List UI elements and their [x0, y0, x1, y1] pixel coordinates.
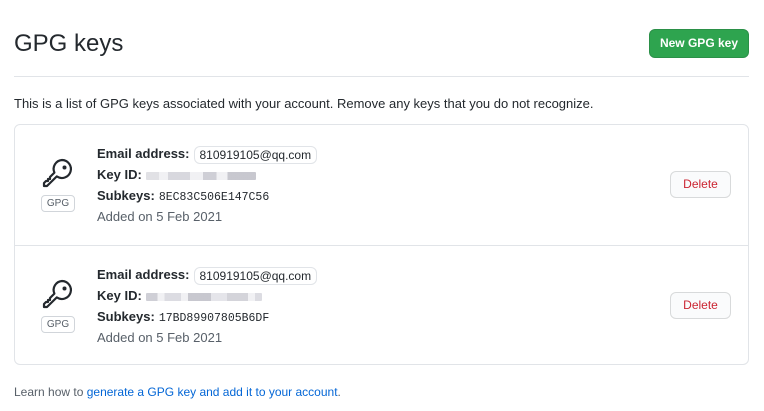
key-icon-group: GPG — [41, 278, 75, 338]
gpg-key-item: GPG Email address: 810919105@qq.com Key I… — [15, 125, 748, 245]
delete-button[interactable]: Delete — [670, 292, 731, 319]
subkeys-value: 17BD89907805B6DF — [158, 312, 270, 325]
key-icon — [42, 158, 73, 188]
gpg-badge: GPG — [41, 195, 75, 212]
footer-prefix: Learn how to — [14, 385, 87, 399]
key-info: Email address: 810919105@qq.com Key ID: S… — [97, 264, 517, 348]
key-info: Email address: 810919105@qq.com Key ID: S… — [97, 143, 517, 227]
email-line: Email address: 810919105@qq.com — [97, 143, 517, 164]
email-label: Email address: — [97, 146, 190, 161]
subkeys-line: Subkeys: 8EC83C506E147C56 — [97, 185, 517, 206]
footer-suffix: . — [337, 385, 341, 399]
key-icon — [42, 279, 73, 309]
footer-help-text: Learn how to generate a GPG key and add … — [14, 384, 341, 400]
page-title: GPG keys — [14, 30, 124, 57]
title-divider — [14, 76, 749, 77]
key-id-line: Key ID: — [97, 164, 517, 185]
subkeys-label: Subkeys: — [97, 309, 155, 324]
email-badge: 810919105@qq.com — [193, 266, 318, 285]
generate-gpg-key-link[interactable]: generate a GPG key and add it to your ac… — [87, 385, 338, 399]
key-icon-group: GPG — [41, 157, 75, 217]
gpg-key-item: GPG Email address: 810919105@qq.com Key I… — [15, 245, 748, 366]
subkeys-line: Subkeys: 17BD89907805B6DF — [97, 306, 517, 327]
key-id-label: Key ID: — [97, 167, 142, 182]
gpg-badge: GPG — [41, 316, 75, 333]
intro-text: This is a list of GPG keys associated wi… — [14, 96, 594, 111]
delete-button[interactable]: Delete — [670, 171, 731, 198]
new-gpg-key-button[interactable]: New GPG key — [649, 29, 749, 58]
email-badge: 810919105@qq.com — [193, 145, 318, 164]
added-date: Added on 5 Feb 2021 — [97, 330, 223, 345]
redacted-key-id — [145, 292, 262, 301]
subkeys-value: 8EC83C506E147C56 — [158, 191, 270, 204]
gpg-key-list: GPG Email address: 810919105@qq.com Key I… — [14, 124, 749, 365]
email-label: Email address: — [97, 267, 190, 282]
redacted-key-id — [145, 171, 256, 180]
email-line: Email address: 810919105@qq.com — [97, 264, 517, 285]
key-id-label: Key ID: — [97, 288, 142, 303]
key-id-line: Key ID: — [97, 285, 517, 306]
subkeys-label: Subkeys: — [97, 188, 155, 203]
added-date: Added on 5 Feb 2021 — [97, 209, 223, 224]
